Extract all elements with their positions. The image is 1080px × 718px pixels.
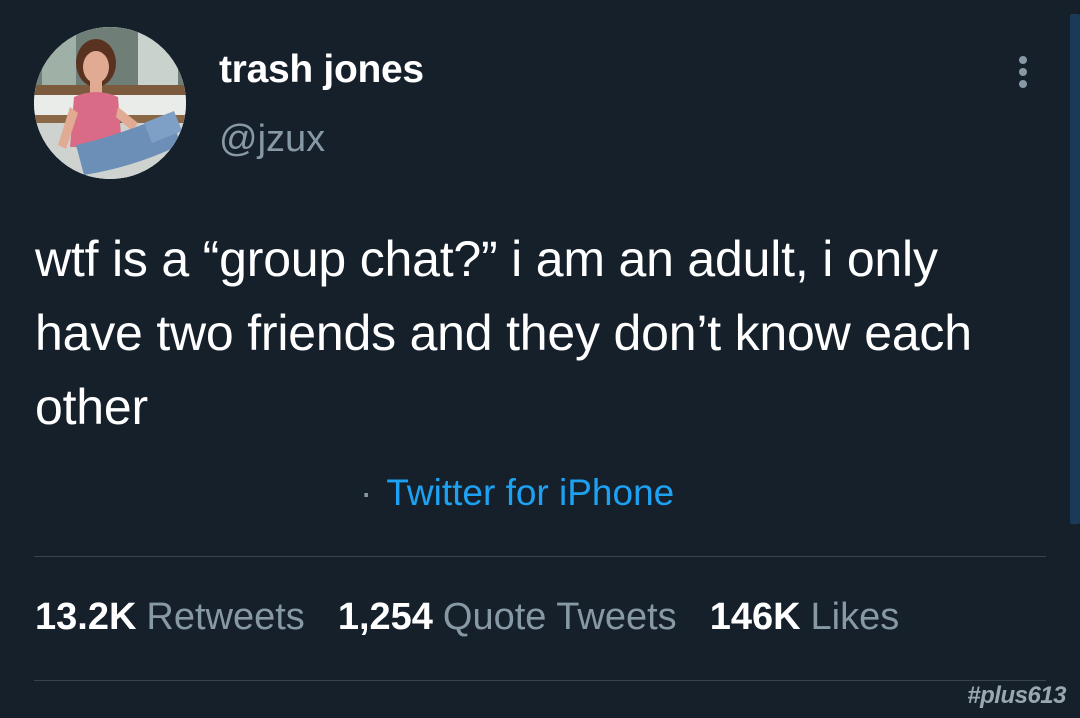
retweets-label: Retweets (146, 596, 305, 638)
likes-label: Likes (810, 596, 900, 638)
source-link[interactable]: Twitter for iPhone (386, 472, 674, 513)
retweets-count: 13.2K (35, 596, 137, 638)
display-name[interactable]: trash jones (219, 48, 424, 92)
quote-tweets-stat[interactable]: 1,254 Quote Tweets (338, 596, 677, 639)
scrollbar-thumb[interactable] (1070, 14, 1080, 524)
retweets-stat[interactable]: 13.2K Retweets (35, 596, 305, 639)
likes-stat[interactable]: 146K Likes (710, 596, 900, 639)
avatar[interactable] (34, 27, 186, 179)
tweet-source: · Twitter for iPhone (360, 472, 674, 514)
tweet-stats: 13.2K Retweets 1,254 Quote Tweets 146K Likes (35, 596, 932, 639)
more-vertical-icon (1019, 56, 1027, 64)
divider-bottom (34, 680, 1046, 681)
tweet-text: wtf is a “group chat?” i am an adult, i … (35, 231, 972, 435)
watermark: #plus613 (967, 682, 1066, 709)
quote-tweets-label: Quote Tweets (442, 596, 677, 638)
quote-tweets-count: 1,254 (337, 596, 433, 638)
likes-count: 146K (709, 596, 801, 638)
user-handle[interactable]: @jzux (219, 118, 325, 161)
profile-photo (34, 27, 186, 179)
source-separator: · (360, 472, 373, 513)
divider-top (34, 556, 1046, 557)
more-options-button[interactable] (1008, 52, 1038, 92)
